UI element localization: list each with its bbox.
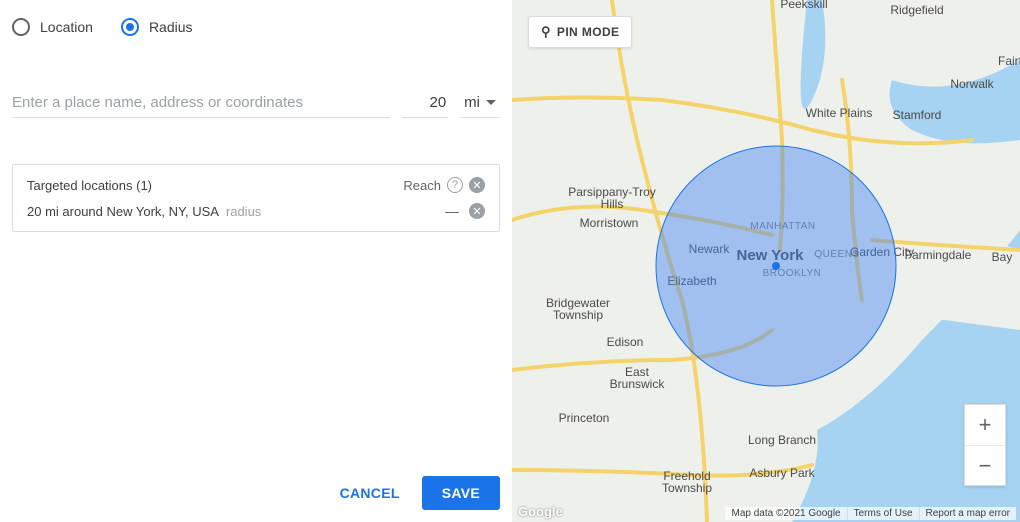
unit-select[interactable]: mi <box>460 88 500 118</box>
svg-text:Brunswick: Brunswick <box>610 377 666 391</box>
settings-panel: Location Radius mi Targeted locations (1… <box>0 0 512 522</box>
svg-text:Long Branch: Long Branch <box>748 433 816 447</box>
svg-text:Fairf: Fairf <box>998 54 1020 68</box>
dialog-footer: CANCEL SAVE <box>334 476 500 510</box>
pin-mode-button[interactable]: ⚲ PIN MODE <box>528 16 632 48</box>
mode-selector: Location Radius <box>12 18 500 36</box>
svg-text:Princeton: Princeton <box>559 411 610 425</box>
svg-text:White Plains: White Plains <box>806 106 873 120</box>
zoom-controls: + − <box>964 404 1006 486</box>
search-row: mi <box>12 88 500 118</box>
cancel-button[interactable]: CANCEL <box>334 477 406 509</box>
svg-text:Township: Township <box>662 481 712 495</box>
target-reach: — <box>445 203 459 219</box>
svg-text:Ridgefield: Ridgefield <box>890 3 943 17</box>
unit-label: mi <box>464 94 480 111</box>
credit-data[interactable]: Map data ©2021 Google <box>725 507 846 520</box>
chevron-down-icon <box>486 100 496 105</box>
map-canvas: New YorkNewarkElizabethMANHATTANBROOKLYN… <box>512 0 1020 522</box>
radius-value-input[interactable] <box>402 88 448 118</box>
svg-text:Hills: Hills <box>601 197 624 211</box>
zoom-in-button[interactable]: + <box>965 405 1005 445</box>
svg-text:Peekskill: Peekskill <box>780 0 827 11</box>
radio-location-label: Location <box>40 19 93 35</box>
credit-report[interactable]: Report a map error <box>919 507 1016 520</box>
svg-text:Township: Township <box>553 308 603 322</box>
svg-text:Edison: Edison <box>607 335 644 349</box>
target-suffix: radius <box>226 204 261 219</box>
place-input[interactable] <box>12 88 390 118</box>
target-text: 20 mi around New York, NY, USA <box>27 204 218 219</box>
svg-text:Morristown: Morristown <box>580 216 639 230</box>
targets-header: Targeted locations (1) <box>27 178 152 193</box>
help-icon[interactable]: ? <box>447 177 463 193</box>
radio-location[interactable]: Location <box>12 18 93 36</box>
svg-text:Norwalk: Norwalk <box>950 77 994 91</box>
radio-radius-label: Radius <box>149 19 193 35</box>
targeted-locations-card: Targeted locations (1) Reach ? ✕ 20 mi a… <box>12 164 500 232</box>
svg-text:Bay: Bay <box>992 250 1013 264</box>
target-row: 20 mi around New York, NY, USA radius — … <box>27 203 485 219</box>
pin-mode-label: PIN MODE <box>557 25 620 39</box>
close-icon[interactable]: ✕ <box>469 177 485 193</box>
pin-icon: ⚲ <box>541 24 551 40</box>
svg-text:Stamford: Stamford <box>893 108 942 122</box>
credit-terms[interactable]: Terms of Use <box>847 507 919 520</box>
map-credits: Map data ©2021 Google Terms of Use Repor… <box>725 507 1016 520</box>
save-button[interactable]: SAVE <box>422 476 500 510</box>
svg-text:Farmingdale: Farmingdale <box>905 248 972 262</box>
remove-target-icon[interactable]: ✕ <box>469 203 485 219</box>
svg-text:Asbury Park: Asbury Park <box>749 466 815 480</box>
zoom-out-button[interactable]: − <box>965 445 1005 485</box>
reach-label: Reach <box>403 178 441 193</box>
google-logo: Google <box>518 504 563 519</box>
map[interactable]: New YorkNewarkElizabethMANHATTANBROOKLYN… <box>512 0 1020 522</box>
radio-radius[interactable]: Radius <box>121 18 193 36</box>
